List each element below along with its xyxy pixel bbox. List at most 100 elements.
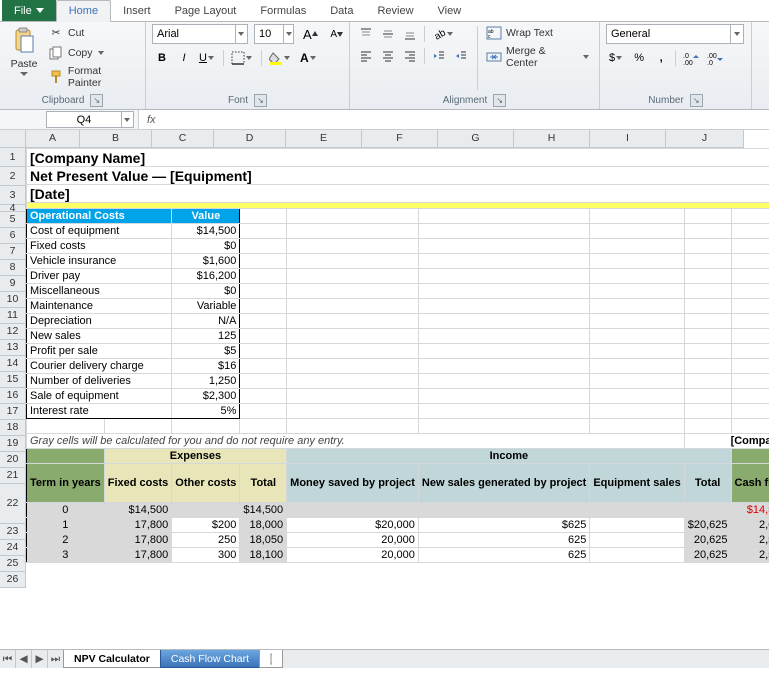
data-total2-1[interactable]: $20,625 <box>684 518 731 533</box>
clipboard-dialog-launcher[interactable]: ↘ <box>90 94 103 107</box>
col-header-C[interactable]: C <box>152 130 214 148</box>
ops-val-6[interactable]: N/A <box>172 314 240 329</box>
sheet-tab-npv[interactable]: NPV Calculator <box>63 650 161 668</box>
data-total2-3[interactable]: 20,625 <box>684 548 731 563</box>
ops-val-12[interactable]: 5% <box>172 404 240 419</box>
align-top-button[interactable] <box>356 24 376 44</box>
row-header-22[interactable]: 22 <box>0 484 26 524</box>
col-header-B[interactable]: B <box>80 130 152 148</box>
ops-val-0[interactable]: $14,500 <box>172 224 240 239</box>
increase-decimal-button[interactable]: .0.00 <box>680 48 702 68</box>
copy-button[interactable]: Copy <box>46 44 139 62</box>
confidential[interactable]: [Company Name] CONFIDENTIAL <box>684 434 769 449</box>
data-cash-3[interactable]: 2,525 <box>731 548 769 563</box>
th-money[interactable]: Money saved by project <box>287 464 419 503</box>
col-header-D[interactable]: D <box>214 130 286 148</box>
number-format-combo[interactable] <box>606 24 744 44</box>
data-other-2[interactable]: 250 <box>172 533 240 548</box>
data-fixed-3[interactable]: 17,800 <box>104 548 172 563</box>
data-equip-2[interactable] <box>590 533 684 548</box>
row-header-17[interactable]: 17 <box>0 404 26 420</box>
data-fixed-1[interactable]: 17,800 <box>104 518 172 533</box>
sheet-nav-last[interactable]: ⏭ <box>48 650 64 668</box>
th-cashflow[interactable]: Cash flow <box>731 464 769 503</box>
section-expenses[interactable]: Expenses <box>104 449 286 464</box>
th-newsales[interactable]: New sales generated by project <box>418 464 589 503</box>
data-total-2[interactable]: 18,050 <box>240 533 287 548</box>
chevron-down-icon[interactable] <box>730 25 743 43</box>
align-right-button[interactable] <box>400 46 420 66</box>
cell-company[interactable]: [Company Name] <box>27 149 769 167</box>
data-money-3[interactable]: 20,000 <box>287 548 419 563</box>
row-header-25[interactable]: 25 <box>0 556 26 572</box>
number-dialog-launcher[interactable]: ↘ <box>690 94 703 107</box>
cell-date[interactable]: [Date] <box>27 185 769 203</box>
data-total-0[interactable]: $14,500 <box>240 503 287 518</box>
ops-label-7[interactable]: New sales <box>27 329 172 344</box>
ops-val-8[interactable]: $5 <box>172 344 240 359</box>
comma-button[interactable]: , <box>651 48 671 68</box>
tab-view[interactable]: View <box>426 0 474 21</box>
ops-val-7[interactable]: 125 <box>172 329 240 344</box>
ops-val-10[interactable]: 1,250 <box>172 374 240 389</box>
ops-label-11[interactable]: Sale of equipment <box>27 389 172 404</box>
name-box-input[interactable] <box>47 114 121 126</box>
font-name-input[interactable] <box>153 28 235 40</box>
align-middle-button[interactable] <box>378 24 398 44</box>
th-other[interactable]: Other costs <box>172 464 240 503</box>
increase-indent-button[interactable] <box>451 46 471 66</box>
worksheet-grid[interactable]: ABCDEFGHIJ 12345678910111213141516171819… <box>0 130 769 668</box>
formula-input[interactable] <box>166 114 769 126</box>
ops-val-5[interactable]: Variable <box>172 299 240 314</box>
align-center-button[interactable] <box>378 46 398 66</box>
font-color-button[interactable]: A <box>297 48 321 68</box>
ops-label-9[interactable]: Courier delivery charge <box>27 359 172 374</box>
align-left-button[interactable] <box>356 46 376 66</box>
paste-button[interactable]: Paste <box>6 24 42 78</box>
section-income[interactable]: Income <box>287 449 731 464</box>
data-money-2[interactable]: 20,000 <box>287 533 419 548</box>
row-header-7[interactable]: 7 <box>0 244 26 260</box>
font-dialog-launcher[interactable]: ↘ <box>254 94 267 107</box>
ops-val-1[interactable]: $0 <box>172 239 240 254</box>
data-total2-0[interactable] <box>684 503 731 518</box>
data-newsales-3[interactable]: 625 <box>418 548 589 563</box>
currency-button[interactable]: $ <box>606 48 627 68</box>
row-header-6[interactable]: 6 <box>0 228 26 244</box>
col-header-J[interactable]: J <box>666 130 744 148</box>
fill-color-button[interactable] <box>266 48 295 68</box>
ops-val-11[interactable]: $2,300 <box>172 389 240 404</box>
alignment-dialog-launcher[interactable]: ↘ <box>493 94 506 107</box>
ops-val-4[interactable]: $0 <box>172 284 240 299</box>
col-header-I[interactable]: I <box>590 130 666 148</box>
col-header-G[interactable]: G <box>438 130 514 148</box>
calc-note[interactable]: Gray cells will be calculated for you an… <box>27 434 685 449</box>
ops-label-8[interactable]: Profit per sale <box>27 344 172 359</box>
decrease-decimal-button[interactable]: .00.0 <box>704 48 726 68</box>
orientation-button[interactable]: ab <box>429 24 458 44</box>
tab-pagelayout[interactable]: Page Layout <box>163 0 249 21</box>
ops-label-3[interactable]: Driver pay <box>27 269 172 284</box>
chevron-down-icon[interactable] <box>121 112 133 127</box>
font-name-combo[interactable] <box>152 24 248 44</box>
data-term-2[interactable]: 2 <box>27 533 105 548</box>
row-header-8[interactable]: 8 <box>0 260 26 276</box>
ops-hdr-value[interactable]: Value <box>172 209 240 224</box>
row-header-23[interactable]: 23 <box>0 524 26 540</box>
wrap-text-button[interactable]: abcWrap Text <box>484 24 593 42</box>
th-total[interactable]: Total <box>240 464 287 503</box>
data-newsales-1[interactable]: $625 <box>418 518 589 533</box>
data-cash-1[interactable]: 2,625 <box>731 518 769 533</box>
ops-label-4[interactable]: Miscellaneous <box>27 284 172 299</box>
row-header-21[interactable]: 21 <box>0 468 26 484</box>
data-equip-1[interactable] <box>590 518 684 533</box>
col-header-F[interactable]: F <box>362 130 438 148</box>
data-total2-2[interactable]: 20,625 <box>684 533 731 548</box>
increase-font-button[interactable]: A <box>300 24 321 44</box>
format-painter-button[interactable]: Format Painter <box>46 64 139 90</box>
data-term-0[interactable]: 0 <box>27 503 105 518</box>
data-money-0[interactable] <box>287 503 419 518</box>
row-header-9[interactable]: 9 <box>0 276 26 292</box>
col-header-E[interactable]: E <box>286 130 362 148</box>
row-header-4[interactable]: 4 <box>0 205 26 212</box>
